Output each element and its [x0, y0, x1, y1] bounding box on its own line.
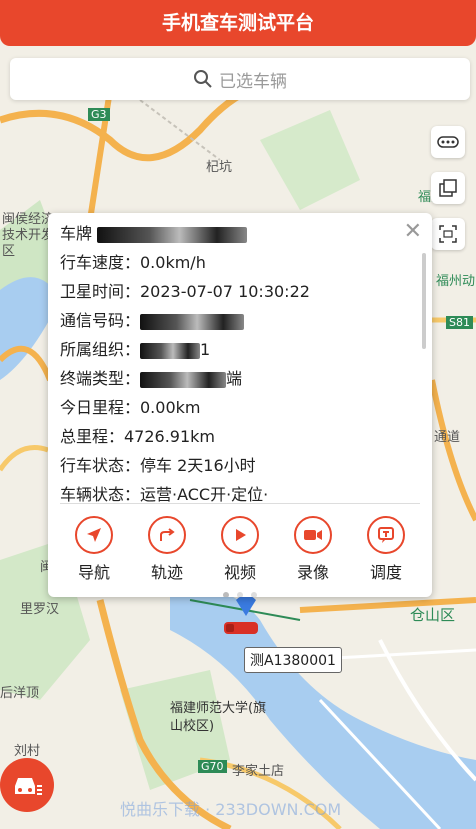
record-icon	[304, 530, 322, 540]
search-placeholder: 已选车辆	[219, 71, 287, 92]
play-icon	[236, 529, 246, 541]
today-mileage-row: 今日里程：0.00km	[60, 398, 201, 417]
gps-time-row: 卫星时间：2023-07-07 10:30:22	[60, 282, 310, 301]
plate-row: 车牌	[60, 219, 416, 248]
record-button[interactable]: 录像	[277, 516, 349, 583]
map-label: 通道	[434, 430, 461, 445]
layers-icon	[439, 179, 457, 197]
watermark: 悦曲乐下载 · 233DOWN.COM	[120, 800, 342, 819]
map-label: 仓山区	[410, 606, 456, 624]
redacted-value	[140, 342, 201, 359]
track-button[interactable]: 轨迹	[131, 516, 203, 583]
navigation-icon	[87, 528, 101, 542]
redacted-value	[140, 313, 245, 330]
map-label: 福建师范大学(旗山校区)	[170, 701, 267, 734]
redacted-value	[97, 226, 248, 243]
search-icon	[194, 70, 212, 88]
car-list-icon	[15, 778, 42, 795]
scan-icon	[439, 225, 457, 243]
map-label: 里罗汉	[20, 602, 60, 617]
vehicle-search-bar[interactable]: 已选车辆	[10, 58, 470, 100]
highway-shield: G3	[88, 108, 110, 121]
map-layers-button[interactable]	[431, 172, 465, 204]
highway-shield: G70	[198, 760, 227, 773]
dispatch-button[interactable]: 调度	[350, 516, 422, 583]
vehicle-info-popup: ✕ 车牌 行车速度：0.0km/h 卫星时间：2023-07-07 10:30:…	[48, 213, 432, 597]
map-label: 闽侯经济技术开发区	[2, 212, 55, 259]
scan-button[interactable]	[431, 218, 465, 250]
vehicle-marker-icon[interactable]	[222, 618, 262, 638]
map-label: 刘村	[14, 744, 41, 759]
map-label: 后洋顶	[0, 686, 40, 701]
terminal-type-row: 终端类型：端	[60, 369, 243, 388]
organization-row: 所属组织： 1	[60, 340, 211, 359]
map-label: 福州动	[436, 274, 476, 289]
track-icon	[160, 528, 175, 541]
divider	[60, 503, 420, 504]
page-title: 手机查车测试平台	[0, 0, 476, 46]
highway-shield: S81	[446, 316, 473, 329]
traffic-button[interactable]	[431, 126, 465, 158]
vehicle-plate-label[interactable]: 测A1380001	[244, 647, 342, 673]
phone-row: 通信号码：	[60, 306, 416, 335]
vehicle-info-list: 车牌 行车速度：0.0km/h 卫星时间：2023-07-07 10:30:22…	[60, 219, 416, 503]
navigation-button[interactable]: 导航	[58, 516, 130, 583]
popup-scrollbar[interactable]	[422, 253, 426, 349]
driving-status-row: 行车状态：停车 2天16小时	[60, 456, 256, 475]
map-label: 李家土店	[232, 764, 285, 779]
video-button[interactable]: 视频	[204, 516, 276, 583]
speed-row: 行车速度：0.0km/h	[60, 253, 206, 272]
dispatch-icon	[378, 527, 394, 543]
map-label: 杞坑	[206, 160, 233, 175]
action-bar: 导航 轨迹 视频 录像 调度	[58, 516, 422, 583]
total-mileage-row: 总里程：4726.91km	[60, 427, 216, 446]
redacted-value	[140, 371, 227, 388]
vehicle-list-button[interactable]	[0, 758, 54, 812]
vehicle-status-row: 车辆状态：运营·ACC开·定位·	[60, 485, 269, 503]
page-indicator	[48, 583, 432, 597]
traffic-icon	[437, 136, 459, 148]
